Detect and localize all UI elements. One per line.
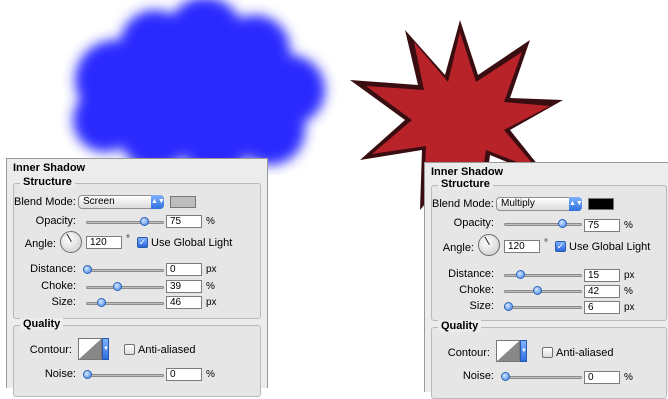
quality-group: Quality Contour: ▼ Anti-aliased Noise: 0…: [13, 318, 261, 397]
blue-cloud-artwork: [73, 0, 325, 175]
panel-title: Inner Shadow: [431, 166, 504, 178]
distance-unit: px: [206, 264, 217, 275]
structure-title: Structure: [438, 178, 493, 190]
size-slider[interactable]: [86, 298, 164, 307]
blend-mode-select[interactable]: Multiply ▲▼: [496, 197, 583, 211]
opacity-slider[interactable]: [86, 217, 164, 226]
opacity-label: Opacity:: [35, 215, 76, 227]
contour-label: Contour:: [447, 347, 490, 359]
use-global-light-label: Use Global Light: [569, 241, 651, 253]
choke-slider[interactable]: [86, 282, 164, 291]
choke-slider-thumb[interactable]: [532, 286, 542, 295]
choke-slider[interactable]: [504, 286, 582, 295]
blend-mode-label: Blend Mode:: [432, 198, 494, 210]
angle-unit: °: [126, 234, 130, 245]
blend-mode-value: Multiply: [501, 198, 535, 209]
opacity-slider-thumb[interactable]: [140, 217, 149, 226]
blend-mode-select[interactable]: Screen ▲▼: [78, 195, 165, 209]
size-label: Size:: [469, 300, 494, 312]
opacity-label: Opacity:: [453, 217, 494, 229]
anti-aliased-label: Anti-aliased: [138, 344, 196, 356]
choke-unit: %: [624, 286, 633, 297]
inner-shadow-panel-right: Inner Shadow Structure Blend Mode: Multi…: [424, 162, 668, 399]
anti-aliased-checkbox[interactable]: [124, 344, 135, 355]
size-slider[interactable]: [504, 302, 582, 311]
distance-label: Distance:: [448, 268, 494, 280]
noise-label: Noise:: [44, 368, 76, 380]
size-label: Size:: [51, 296, 76, 308]
quality-title: Quality: [20, 318, 64, 330]
select-arrows-icon: ▲▼: [151, 195, 165, 209]
distance-field[interactable]: 15: [584, 269, 620, 282]
opacity-slider-thumb[interactable]: [558, 219, 567, 228]
opacity-unit: %: [624, 220, 633, 231]
angle-field[interactable]: 120: [504, 240, 540, 253]
blend-mode-value: Screen: [83, 196, 115, 207]
quality-title: Quality: [438, 320, 482, 332]
structure-group: Structure Blend Mode: Screen ▲▼ Opacity:…: [13, 176, 261, 319]
distance-slider-thumb[interactable]: [83, 265, 92, 274]
opacity-field[interactable]: 75: [584, 219, 620, 232]
choke-unit: %: [206, 281, 215, 292]
contour-curve-icon: [497, 341, 519, 361]
anti-aliased-checkbox[interactable]: [542, 347, 553, 358]
choke-slider-thumb[interactable]: [112, 282, 122, 291]
distance-slider[interactable]: [504, 270, 582, 279]
noise-unit: %: [624, 372, 633, 383]
noise-field[interactable]: 0: [584, 371, 620, 384]
use-global-light-checkbox[interactable]: ✓: [137, 237, 148, 248]
opacity-unit: %: [206, 216, 215, 227]
inner-shadow-panel-left: Inner Shadow Structure Blend Mode: Scree…: [6, 158, 268, 397]
noise-slider[interactable]: [83, 370, 164, 379]
noise-field[interactable]: 0: [166, 368, 202, 381]
angle-field[interactable]: 120: [86, 236, 122, 249]
size-slider-thumb[interactable]: [96, 298, 106, 307]
opacity-field[interactable]: 75: [166, 215, 202, 228]
noise-slider[interactable]: [501, 372, 582, 381]
noise-slider-thumb[interactable]: [83, 370, 92, 379]
contour-dropdown-arrow-icon[interactable]: ▼: [520, 340, 527, 362]
select-arrows-icon: ▲▼: [569, 197, 583, 211]
quality-group: Quality Contour: ▼ Anti-aliased Noise: 0…: [431, 320, 667, 399]
size-field[interactable]: 6: [584, 301, 620, 314]
blend-mode-label: Blend Mode:: [14, 196, 76, 208]
choke-label: Choke:: [41, 280, 76, 292]
choke-field[interactable]: 39: [166, 280, 202, 293]
distance-slider[interactable]: [83, 265, 164, 274]
contour-preview[interactable]: [78, 338, 102, 360]
distance-slider-thumb[interactable]: [516, 270, 526, 279]
distance-field[interactable]: 0: [166, 263, 202, 276]
anti-aliased-label: Anti-aliased: [556, 347, 614, 359]
size-unit: px: [624, 302, 635, 313]
use-global-light-checkbox[interactable]: ✓: [555, 241, 566, 252]
contour-dropdown-arrow-icon[interactable]: ▼: [102, 338, 109, 360]
size-slider-thumb[interactable]: [504, 302, 514, 311]
angle-label: Angle:: [24, 238, 56, 250]
panel-title: Inner Shadow: [13, 162, 86, 174]
structure-group: Structure Blend Mode: Multiply ▲▼ Opacit…: [431, 178, 667, 321]
use-global-light-label: Use Global Light: [151, 237, 233, 249]
shadow-color-swatch[interactable]: [588, 198, 614, 210]
noise-slider-thumb[interactable]: [501, 372, 510, 381]
size-unit: px: [206, 297, 217, 308]
contour-label: Contour:: [29, 344, 72, 356]
choke-field[interactable]: 42: [584, 285, 620, 298]
angle-unit: °: [544, 238, 548, 249]
noise-label: Noise:: [462, 370, 494, 382]
size-field[interactable]: 46: [166, 296, 202, 309]
choke-label: Choke:: [459, 284, 494, 296]
structure-title: Structure: [20, 176, 75, 188]
distance-unit: px: [624, 270, 635, 281]
noise-unit: %: [206, 369, 215, 380]
opacity-slider[interactable]: [504, 219, 582, 228]
angle-label: Angle:: [442, 242, 474, 254]
contour-curve-icon: [79, 339, 101, 359]
shadow-color-swatch[interactable]: [170, 196, 196, 208]
angle-dial[interactable]: [478, 234, 500, 256]
contour-preview[interactable]: [496, 340, 520, 362]
angle-dial[interactable]: [60, 231, 82, 253]
distance-label: Distance:: [30, 263, 76, 275]
